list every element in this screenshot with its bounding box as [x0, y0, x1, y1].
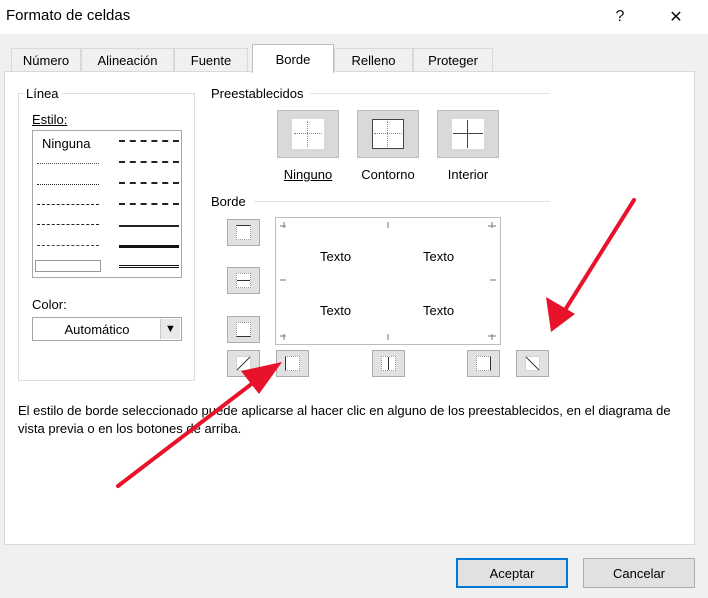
preset-none-icon	[292, 119, 324, 149]
preset-none-button[interactable]	[277, 110, 339, 158]
preset-outline-button[interactable]	[357, 110, 419, 158]
line-style-dash-dot-dot[interactable]	[37, 204, 99, 205]
line-style-dotted[interactable]	[37, 184, 99, 185]
tab-strip: Número Alineación Fuente Borde Relleno P…	[0, 44, 708, 73]
border-top-icon	[236, 225, 251, 240]
line-style-none[interactable]: Ninguna	[42, 136, 90, 151]
preset-inside-label: Interior	[447, 167, 489, 182]
preset-none-label: Ninguno	[283, 167, 333, 182]
border-left-icon	[285, 356, 300, 371]
border-diagonal-down-button[interactable]	[516, 350, 549, 377]
border-left-button[interactable]	[276, 350, 309, 377]
border-right-icon	[476, 356, 491, 371]
line-style-medium[interactable]	[119, 225, 179, 227]
preset-inside-button[interactable]	[437, 110, 499, 158]
preset-outline-icon	[372, 119, 404, 149]
border-inside-vertical-button[interactable]	[372, 350, 405, 377]
border-preview[interactable]: Texto Texto Texto Texto	[275, 217, 501, 345]
presets-divider	[310, 93, 550, 94]
border-inside-horizontal-icon	[236, 273, 251, 288]
border-bottom-icon	[236, 322, 251, 337]
tab-relleno[interactable]: Relleno	[334, 48, 413, 72]
tab-borde-label: Borde	[275, 51, 311, 67]
color-select[interactable]: Automático ▼	[32, 317, 182, 341]
tab-proteger[interactable]: Proteger	[413, 48, 493, 72]
accept-button[interactable]: Aceptar	[456, 558, 568, 588]
border-inside-vertical-icon	[381, 356, 396, 371]
border-right-button[interactable]	[467, 350, 500, 377]
tab-fuente[interactable]: Fuente	[174, 48, 248, 72]
cancel-button[interactable]: Cancelar	[583, 558, 695, 588]
description-text: El estilo de borde seleccionado puede ap…	[18, 403, 671, 436]
line-style-double[interactable]	[119, 265, 179, 268]
preview-text-3: Texto	[320, 303, 352, 318]
diagonal-down-icon	[525, 356, 540, 371]
preview-text-4: Texto	[423, 303, 455, 318]
preset-inside-icon	[452, 119, 484, 149]
preset-outline-label: Contorno	[361, 167, 415, 182]
line-style-hair[interactable]	[37, 163, 99, 164]
tab-alineacion[interactable]: Alineación	[81, 48, 174, 72]
line-style-medium-dash-dot-dot[interactable]	[119, 140, 179, 142]
diagonal-up-icon	[236, 356, 251, 371]
help-button[interactable]: ?	[596, 0, 644, 34]
preview-text-1: Texto	[320, 249, 352, 264]
line-style-medium-dashed[interactable]	[119, 203, 179, 205]
dialog-title: Formato de celdas	[6, 7, 131, 24]
border-top-button[interactable]	[227, 219, 260, 246]
close-button[interactable]: ✕	[652, 0, 700, 34]
border-bottom-button[interactable]	[227, 316, 260, 343]
color-select-value: Automático	[64, 322, 130, 337]
line-style-medium-dash-dot[interactable]	[119, 182, 179, 184]
linea-group-title: Línea	[23, 86, 62, 101]
line-style-slanted-dash-dot[interactable]	[119, 161, 179, 163]
help-icon: ?	[615, 8, 625, 25]
line-style-thick[interactable]	[119, 245, 179, 248]
chevron-down-icon[interactable]: ▼	[160, 319, 180, 339]
tab-borde[interactable]: Borde	[252, 44, 334, 73]
color-label: Color:	[32, 297, 67, 312]
title-bar: Formato de celdas ? ✕	[0, 0, 708, 34]
estilo-label: Estilo:	[32, 112, 68, 127]
line-style-dash-dot[interactable]	[37, 224, 99, 225]
borde-divider	[254, 201, 550, 202]
presets-title: Preestablecidos	[211, 86, 304, 101]
tab-numero[interactable]: Número	[11, 48, 81, 72]
line-style-dashed[interactable]	[37, 245, 99, 246]
borde-title: Borde	[211, 194, 246, 209]
line-style-thin-selected[interactable]	[35, 260, 101, 272]
border-inside-horizontal-button[interactable]	[227, 267, 260, 294]
close-icon: ✕	[669, 9, 683, 26]
preview-text-2: Texto	[423, 249, 455, 264]
line-style-list[interactable]: Ninguna	[32, 130, 182, 278]
preview-corner-marks	[280, 222, 496, 340]
border-diagonal-up-button[interactable]	[227, 350, 260, 377]
